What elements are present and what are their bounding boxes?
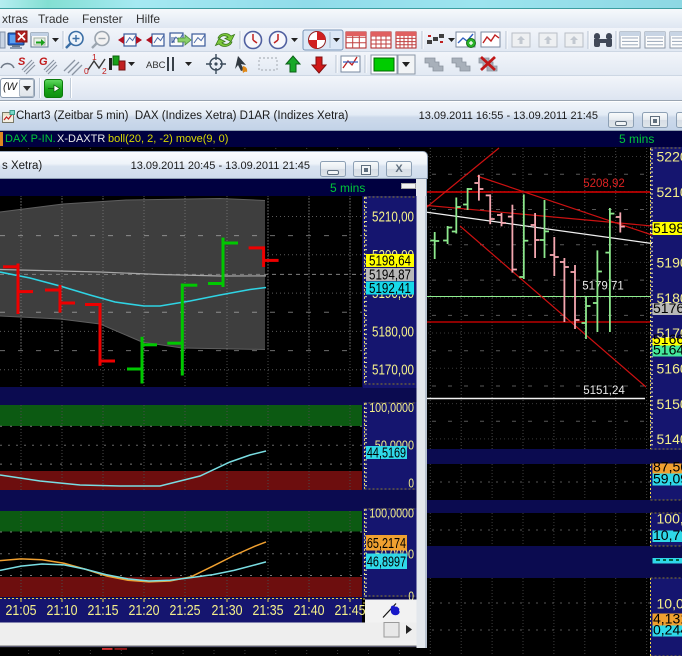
svg-text:5190,00: 5190,00 bbox=[657, 255, 682, 271]
svg-text:G: G bbox=[39, 56, 48, 68]
svg-text:5208,92: 5208,92 bbox=[583, 178, 625, 190]
svg-text:5220,00: 5220,00 bbox=[657, 149, 682, 165]
svg-text:100,0000: 100,0000 bbox=[369, 401, 414, 415]
svg-text:21:20: 21:20 bbox=[129, 603, 160, 619]
svg-text:5179,71: 5179,71 bbox=[582, 281, 624, 293]
svg-text:ABC: ABC bbox=[146, 60, 166, 71]
svg-text:21:40: 21:40 bbox=[294, 603, 325, 619]
svg-text:2: 2 bbox=[102, 66, 107, 76]
svg-text:0: 0 bbox=[408, 477, 414, 491]
svg-text:S: S bbox=[18, 56, 26, 68]
svg-text:5180,00: 5180,00 bbox=[372, 324, 414, 340]
svg-text:0: 0 bbox=[84, 66, 89, 76]
svg-text:65,2174: 65,2174 bbox=[367, 536, 406, 552]
svg-text:5151,24: 5151,24 bbox=[583, 385, 625, 397]
svg-text:5210,00: 5210,00 bbox=[657, 184, 682, 200]
svg-text:21:05: 21:05 bbox=[6, 603, 37, 619]
svg-text:0,244: 0,244 bbox=[653, 622, 682, 638]
svg-text:21:30: 21:30 bbox=[212, 603, 243, 619]
svg-text:10,77: 10,77 bbox=[653, 527, 682, 543]
svg-text:21:35: 21:35 bbox=[253, 603, 284, 619]
svg-text:21:10: 21:10 bbox=[47, 603, 78, 619]
svg-text:5140,00: 5140,00 bbox=[657, 431, 682, 447]
svg-text:21:15: 21:15 bbox=[88, 603, 119, 619]
svg-text:21:45: 21:45 bbox=[335, 603, 366, 619]
svg-text:5176,56: 5176,56 bbox=[653, 300, 682, 316]
svg-text:100,0: 100,0 bbox=[657, 511, 682, 527]
svg-text:100,0000: 100,0000 bbox=[369, 507, 414, 521]
svg-text:59,09: 59,09 bbox=[653, 471, 682, 487]
svg-text:5150,00: 5150,00 bbox=[657, 396, 682, 412]
svg-text:5210,00: 5210,00 bbox=[372, 210, 414, 226]
svg-text:44,5169: 44,5169 bbox=[367, 446, 406, 462]
svg-text:21:25: 21:25 bbox=[170, 603, 201, 619]
svg-text:1: 1 bbox=[92, 52, 97, 62]
svg-text:46,8997: 46,8997 bbox=[367, 554, 406, 570]
svg-text:10,0: 10,0 bbox=[657, 596, 682, 612]
svg-text:5164,52: 5164,52 bbox=[653, 342, 682, 358]
svg-text:5198,64: 5198,64 bbox=[653, 220, 682, 236]
svg-text:5160,00: 5160,00 bbox=[657, 361, 682, 377]
svg-text:5192,41: 5192,41 bbox=[369, 281, 411, 297]
svg-text:5170,00: 5170,00 bbox=[372, 363, 414, 379]
